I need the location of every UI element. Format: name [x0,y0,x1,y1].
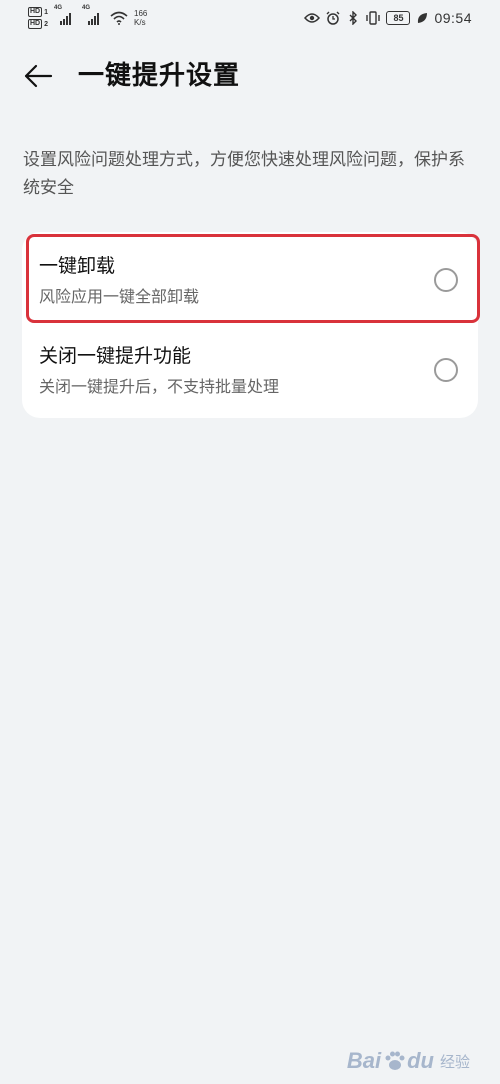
options-card: 一键卸载 风险应用一键全部卸载 关闭一键提升功能 关闭一键提升后，不支持批量处理 [22,232,478,418]
option-one-click-uninstall[interactable]: 一键卸载 风险应用一键全部卸载 [22,236,478,324]
battery-level: 85 [386,11,411,25]
watermark-brand-suffix: du [407,1048,434,1073]
network-speed-unit: K/s [134,18,146,27]
description-text: 设置风险问题处理方式，方便您快速处理风险问题，保护系统安全 [23,150,465,198]
page-title: 一键提升设置 [78,61,241,91]
wifi-icon [110,11,128,25]
alarm-icon [326,11,340,25]
sim1-hd-label: HD [28,7,43,17]
watermark-sub: 经验 [439,1053,470,1071]
radio-disable[interactable] [434,358,458,382]
sim2-hd-label: HD [28,19,43,29]
status-bar-right: 85 09:54 [304,6,472,30]
bluetooth-icon [349,11,358,25]
radio-uninstall[interactable] [434,268,458,292]
arrow-left-icon [24,64,53,88]
leaf-icon [418,13,428,23]
signal-strength-1-icon: 4G [54,5,76,25]
sim2-index: 2 [44,20,49,28]
option-sublabel: 风险应用一键全部卸载 [39,287,200,306]
eye-icon [304,13,321,23]
sim2-hd-badge: HD 2 [28,19,48,29]
option-label: 关闭一键提升功能 [39,345,192,367]
signal2-type: 4G [82,5,91,11]
sim1-hd-badge: HD 1 [28,7,48,17]
sim-indicators: HD 1 HD 2 [28,7,48,29]
baidu-watermark: Bai du 经验 [347,1048,470,1074]
option-label: 一键卸载 [39,255,116,277]
watermark-brand: Bai [346,1048,382,1073]
network-speed-value: 166 [134,9,148,18]
option-disable-one-click-boost[interactable]: 关闭一键提升功能 关闭一键提升后，不支持批量处理 [22,326,478,414]
signal-strength-2-icon: 4G [82,5,104,25]
status-bar-left: HD 1 HD 2 4G 4G 166 K/s [28,4,147,32]
clock: 09:54 [434,10,472,26]
option-sublabel: 关闭一键提升后，不支持批量处理 [39,377,280,396]
signal1-type: 4G [54,5,63,11]
network-speed: 166 K/s [134,9,147,27]
back-button[interactable] [20,58,56,94]
header: 一键提升设置 [0,50,500,102]
paw-icon [385,1051,405,1070]
status-bar: HD 1 HD 2 4G 4G 166 K/s 85 09:54 [0,0,500,36]
sim1-index: 1 [44,8,49,16]
vibrate-icon [366,11,381,25]
